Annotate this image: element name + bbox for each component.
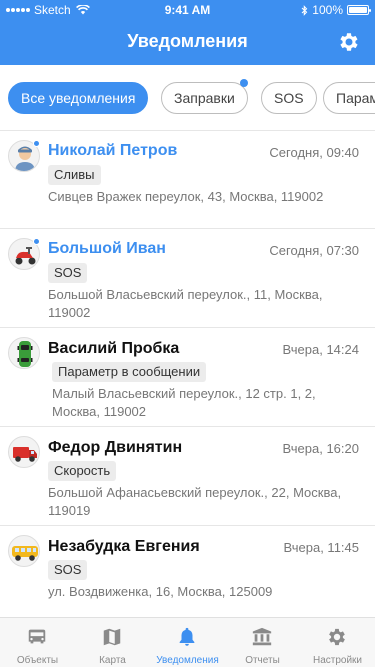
list-item[interactable]: Василий Пробка Вчера, 14:24 Параметр в с… [0,328,375,427]
address-text: Большой Власьевский переулок., 11, Москв… [48,287,323,320]
bell-icon [179,627,195,646]
list-item[interactable]: Федор Двинятин Вчера, 16:20 Скорость Бол… [0,427,375,526]
tab-map[interactable]: Карта [75,618,150,667]
filter-sos[interactable]: SOS [261,82,317,114]
bluetooth-icon [301,4,308,16]
sender-name: Василий Пробка [48,340,180,357]
tab-notifications[interactable]: Уведомления [150,618,225,667]
list-item[interactable]: Николай Петров Сегодня, 09:40 Сливы Сивц… [0,131,375,229]
filter-sos-label: SOS [274,90,304,106]
tab-settings-label: Настройки [312,655,363,666]
page-title: Уведомления [127,31,248,51]
list-item[interactable]: Большой Иван Сегодня, 07:30 SOS Большой … [0,229,375,328]
event-type-tag: Параметр в сообщении [52,362,207,382]
address-text: Большой Афанасьевский переулок., 22, Мос… [48,485,342,518]
tab-settings[interactable]: Настройки [300,618,375,667]
notification-list: Николай Петров Сегодня, 09:40 Сливы Сивц… [0,131,375,617]
tab-objects-label: Объекты [16,655,59,666]
tab-reports-label: Отчеты [245,655,280,666]
address-text: Сивцев Вражек переулок, 43, Москва, 1190… [48,189,324,204]
tab-map-label: Карта [99,655,126,666]
tab-notifications-label: Уведомления [156,655,219,666]
filter-params-label: Парам [336,90,375,106]
battery-icon [347,5,371,15]
notification-time: Вчера, 14:24 [282,342,359,357]
bus-icon [28,629,46,644]
green-car-icon [8,337,40,369]
filter-refuel[interactable]: Заправки [161,79,248,114]
filter-refuel-label: Заправки [174,90,235,106]
unread-dot [33,140,40,147]
event-type-tag: Скорость [48,461,117,481]
map-icon [103,628,121,646]
app-header: Sketch 9:41 AM 100% Уведомления [0,0,375,65]
event-type-tag: Сливы [48,165,101,185]
notification-time: Вчера, 16:20 [282,441,359,456]
red-truck-icon [8,436,40,468]
battery-percent: 100% [312,3,343,17]
event-type-tag: SOS [48,263,88,283]
status-bar: Sketch 9:41 AM 100% [0,0,375,20]
sender-name: Федор Двинятин [48,439,183,456]
bottom-tab-bar: Объекты Карта Уведомления Отчеты Настрой… [0,617,375,667]
notification-time: Сегодня, 09:40 [269,145,359,160]
reports-icon [252,627,272,646]
filter-chips: Все уведомления Заправки SOS Парам [0,65,375,131]
tab-objects[interactable]: Объекты [0,618,75,667]
filter-params[interactable]: Парам [323,82,375,114]
notification-time: Сегодня, 07:30 [269,243,359,258]
filter-all-label: Все уведомления [21,90,136,106]
address-text: Малый Власьевский переулок., 12 стр. 1, … [52,386,316,419]
notification-time: Вчера, 11:45 [283,540,360,555]
filter-all[interactable]: Все уведомления [8,82,149,114]
list-item[interactable]: Незабудка Евгения Вчера, 11:45 SOS ул. В… [0,526,375,617]
status-right: 100% [301,3,371,17]
sender-name: Незабудка Евгения [48,538,200,555]
tab-reports[interactable]: Отчеты [225,618,300,667]
sender-name: Николай Петров [48,142,178,159]
unread-dot [33,238,40,245]
gear-icon[interactable] [337,30,361,54]
new-indicator-dot [239,79,248,87]
gear-icon [329,628,345,646]
school-bus-icon [8,535,40,567]
sender-name: Большой Иван [48,240,166,257]
event-type-tag: SOS [48,560,88,580]
address-text: ул. Воздвиженка, 16, Москва, 125009 [48,584,273,599]
